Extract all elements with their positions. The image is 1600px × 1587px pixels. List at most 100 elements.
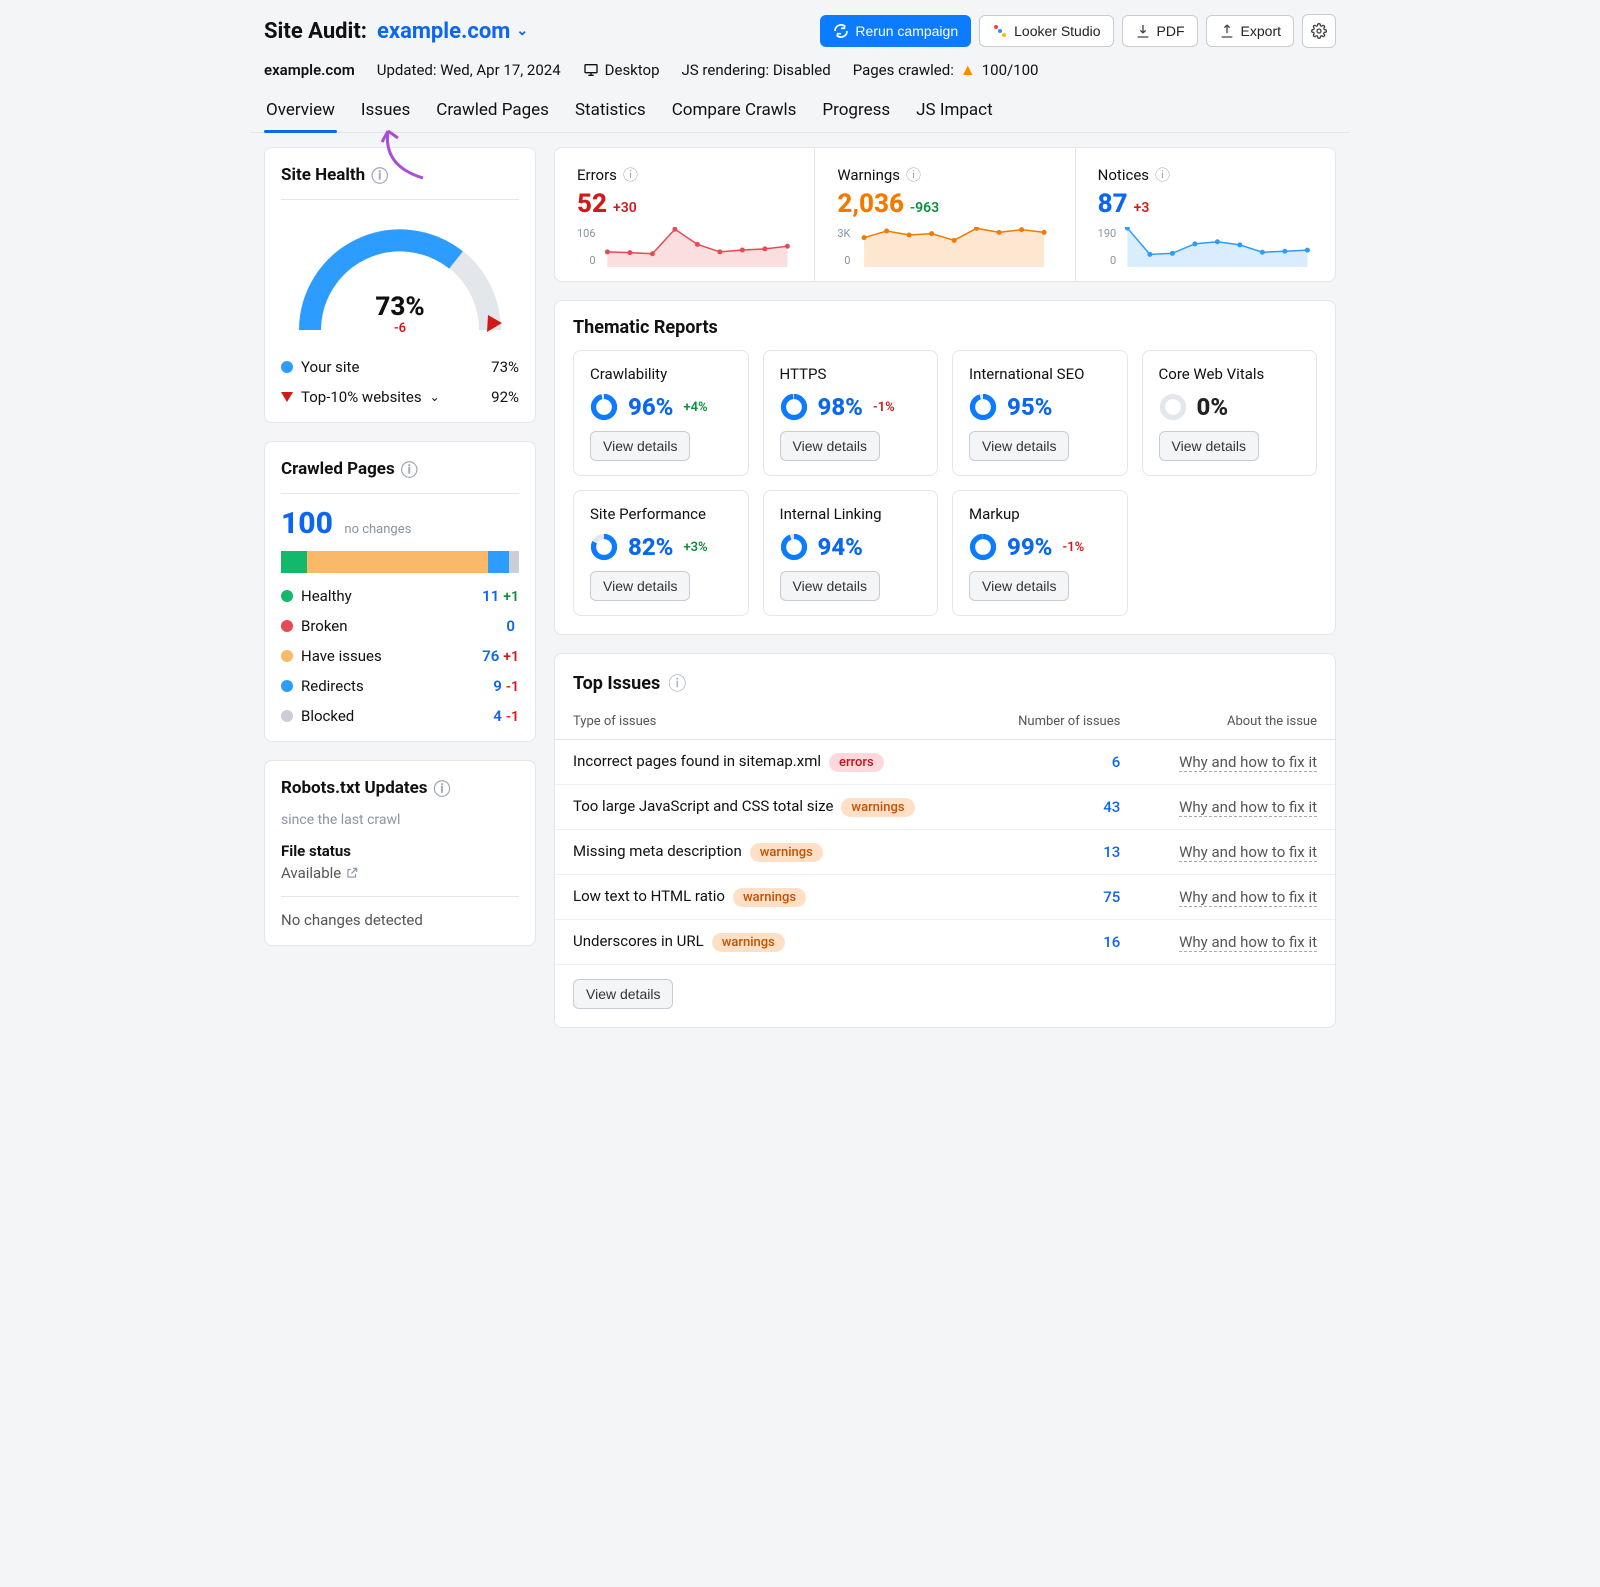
- export-button[interactable]: Export: [1206, 15, 1294, 47]
- chevron-down-icon: ⌄: [516, 23, 528, 39]
- robots-title: Robots.txt Updates: [281, 778, 428, 798]
- view-details-button[interactable]: View details: [590, 431, 690, 461]
- chevron-down-icon: ⌄: [430, 390, 440, 404]
- tab-issues[interactable]: Issues: [359, 90, 412, 132]
- table-row[interactable]: Underscores in URLwarnings 16 Why and ho…: [555, 920, 1335, 965]
- domain-selector[interactable]: example.com ⌄: [377, 19, 528, 44]
- issue-badge: warnings: [712, 933, 785, 952]
- legend-your-site: Your site 73%: [281, 358, 519, 376]
- crawled-row-redirects[interactable]: Redirects 9-1: [281, 677, 519, 695]
- column-header: Type of issues: [555, 706, 982, 740]
- stat-notices[interactable]: Noticesⓘ 87+3 1900: [1075, 148, 1335, 281]
- meta-pages-crawled: Pages crawled: ▲ 100/100: [853, 60, 1039, 80]
- issue-badge: warnings: [841, 798, 914, 817]
- robots-subtitle: since the last crawl: [265, 812, 535, 842]
- refresh-icon: [833, 23, 849, 39]
- issue-badge: errors: [829, 753, 884, 772]
- why-fix-link[interactable]: Why and how to fix it: [1179, 933, 1317, 952]
- issue-badge: warnings: [733, 888, 806, 907]
- top-issues-title: Top Issues: [573, 673, 660, 694]
- tab-crawled-pages[interactable]: Crawled Pages: [434, 90, 551, 132]
- meta-updated: Updated: Wed, Apr 17, 2024: [377, 61, 561, 79]
- tab-progress[interactable]: Progress: [820, 90, 892, 132]
- crawled-row-have-issues[interactable]: Have issues 76+1: [281, 647, 519, 665]
- legend-top10[interactable]: Top-10% websites ⌄ 92%: [281, 388, 519, 406]
- external-link-icon: [345, 866, 359, 880]
- why-fix-link[interactable]: Why and how to fix it: [1179, 798, 1317, 817]
- rerun-campaign-button[interactable]: Rerun campaign: [820, 15, 971, 47]
- settings-button[interactable]: [1302, 14, 1336, 48]
- thematic-card-international-seo: International SEO 95% View details: [952, 350, 1128, 476]
- info-icon[interactable]: ⓘ: [371, 162, 388, 187]
- crawled-pages-card: Crawled Pages ⓘ 100 no changes Healthy 1…: [264, 441, 536, 742]
- tab-overview[interactable]: Overview: [264, 90, 337, 132]
- thematic-card-site-performance: Site Performance 82% +3% View details: [573, 490, 749, 616]
- view-details-button[interactable]: View details: [780, 431, 880, 461]
- gear-icon: [1311, 23, 1327, 39]
- site-health-title: Site Health: [281, 165, 365, 185]
- gauge-chart: 73% -6: [290, 220, 510, 340]
- tab-compare-crawls[interactable]: Compare Crawls: [670, 90, 799, 132]
- table-row[interactable]: Too large JavaScript and CSS total sizew…: [555, 785, 1335, 830]
- column-header: Number of issues: [982, 706, 1138, 740]
- info-icon[interactable]: ⓘ: [668, 670, 686, 696]
- view-details-button[interactable]: View details: [969, 431, 1069, 461]
- desktop-icon: [583, 62, 599, 78]
- thematic-reports-card: Thematic Reports Crawlability 96% +4% Vi…: [554, 300, 1336, 635]
- info-icon[interactable]: ⓘ: [623, 164, 638, 185]
- domain-text: example.com: [377, 19, 510, 44]
- looker-studio-button[interactable]: Looker Studio: [979, 15, 1113, 47]
- info-icon[interactable]: ⓘ: [401, 456, 418, 481]
- tab-statistics[interactable]: Statistics: [573, 90, 648, 132]
- top-issues-card: Top Issues ⓘ Type of issuesNumber of iss…: [554, 653, 1336, 1028]
- robots-file-status-label: File status: [281, 842, 519, 860]
- stat-warnings[interactable]: Warningsⓘ 2,036-963 3K0: [814, 148, 1074, 281]
- robots-file-status-value[interactable]: Available: [281, 864, 359, 882]
- view-details-button[interactable]: View details: [780, 571, 880, 601]
- pdf-button[interactable]: PDF: [1122, 15, 1198, 47]
- triangle-down-icon: [281, 392, 293, 402]
- stat-errors[interactable]: Errorsⓘ 52+30 1060: [555, 148, 814, 281]
- meta-domain: example.com: [264, 61, 355, 79]
- why-fix-link[interactable]: Why and how to fix it: [1179, 843, 1317, 862]
- gauge-value: 73%: [375, 292, 424, 322]
- thematic-card-crawlability: Crawlability 96% +4% View details: [573, 350, 749, 476]
- tab-js-impact[interactable]: JS Impact: [914, 90, 994, 132]
- robots-card: Robots.txt Updates ⓘ since the last craw…: [264, 760, 536, 946]
- info-icon[interactable]: ⓘ: [906, 164, 921, 185]
- table-row[interactable]: Missing meta descriptionwarnings 13 Why …: [555, 830, 1335, 875]
- stats-row-card: Errorsⓘ 52+30 1060 Warningsⓘ 2,036-963 3…: [554, 147, 1336, 282]
- thematic-card-core-web-vitals: Core Web Vitals 0% View details: [1142, 350, 1318, 476]
- table-row[interactable]: Incorrect pages found in sitemap.xmlerro…: [555, 740, 1335, 785]
- column-header: About the issue: [1138, 706, 1335, 740]
- info-icon[interactable]: ⓘ: [1155, 164, 1170, 185]
- site-health-card: Site Health ⓘ 73% -6: [264, 147, 536, 423]
- why-fix-link[interactable]: Why and how to fix it: [1179, 888, 1317, 907]
- warning-triangle-icon: ▲: [960, 60, 976, 80]
- why-fix-link[interactable]: Why and how to fix it: [1179, 753, 1317, 772]
- crawled-pages-change: no changes: [344, 522, 411, 537]
- view-details-button[interactable]: View details: [969, 571, 1069, 601]
- issue-badge: warnings: [750, 843, 823, 862]
- table-row[interactable]: Low text to HTML ratiowarnings 75 Why an…: [555, 875, 1335, 920]
- crawled-row-broken[interactable]: Broken 0: [281, 617, 519, 635]
- looker-icon: [992, 23, 1008, 39]
- thematic-title: Thematic Reports: [555, 301, 1335, 350]
- thematic-card-markup: Markup 99% -1% View details: [952, 490, 1128, 616]
- crawled-row-blocked[interactable]: Blocked 4-1: [281, 707, 519, 725]
- view-details-button[interactable]: View details: [590, 571, 690, 601]
- robots-no-changes: No changes detected: [281, 896, 519, 939]
- meta-device: Desktop: [583, 61, 660, 79]
- download-icon: [1135, 23, 1151, 39]
- page-title: Site Audit:: [264, 19, 367, 44]
- info-icon[interactable]: ⓘ: [434, 775, 451, 800]
- upload-icon: [1219, 23, 1235, 39]
- thematic-card-https: HTTPS 98% -1% View details: [763, 350, 939, 476]
- crawled-row-healthy[interactable]: Healthy 11+1: [281, 587, 519, 605]
- meta-js-rendering: JS rendering: Disabled: [682, 61, 831, 79]
- view-details-button[interactable]: View details: [573, 979, 673, 1009]
- view-details-button[interactable]: View details: [1159, 431, 1259, 461]
- crawled-pages-bar: [281, 551, 519, 573]
- thematic-card-internal-linking: Internal Linking 94% View details: [763, 490, 939, 616]
- crawled-pages-total: 100: [281, 506, 333, 541]
